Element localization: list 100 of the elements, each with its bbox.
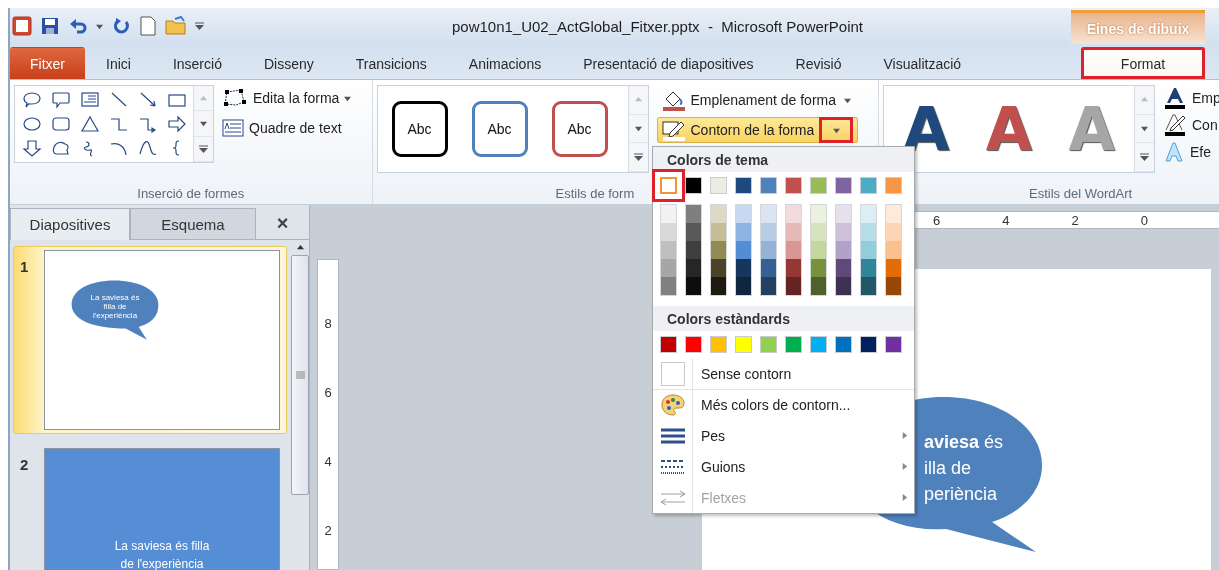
color-swatch[interactable] xyxy=(810,336,827,353)
color-swatch[interactable] xyxy=(685,177,702,194)
ribbon-tab[interactable]: Inici xyxy=(85,47,152,79)
color-swatch[interactable] xyxy=(860,177,877,194)
color-swatch[interactable] xyxy=(861,277,876,295)
ribbon-tab[interactable]: Visualització xyxy=(862,47,983,79)
color-swatch[interactable] xyxy=(710,336,727,353)
pane-tab[interactable]: Diapositives xyxy=(10,208,130,240)
color-swatch[interactable] xyxy=(660,336,677,353)
ribbon-button[interactable]: Emplenament de forma xyxy=(656,87,859,113)
color-swatch[interactable] xyxy=(686,277,701,295)
color-swatch[interactable] xyxy=(886,205,901,223)
rectangle-icon[interactable] xyxy=(166,91,187,109)
curve-icon[interactable] xyxy=(137,139,158,157)
triangle-icon[interactable] xyxy=(79,115,100,133)
shape-style-preset[interactable]: Abc xyxy=(551,101,608,157)
color-swatch[interactable] xyxy=(686,205,701,223)
ribbon-command[interactable]: Edita la forma xyxy=(222,87,352,109)
color-swatch[interactable] xyxy=(661,259,676,277)
color-swatch[interactable] xyxy=(836,205,851,223)
menu-item[interactable]: Sense contorn xyxy=(653,358,914,389)
color-swatch[interactable] xyxy=(885,336,902,353)
color-swatch[interactable] xyxy=(711,259,726,277)
ribbon-tab[interactable]: Presentació de diapositives xyxy=(562,47,775,79)
color-swatch[interactable] xyxy=(761,241,776,259)
color-swatch[interactable] xyxy=(836,241,851,259)
color-swatch[interactable] xyxy=(811,277,826,295)
color-swatch[interactable] xyxy=(836,223,851,241)
color-swatch[interactable] xyxy=(861,241,876,259)
oval-callout-icon[interactable] xyxy=(21,91,42,109)
rounded-rectangle-icon[interactable] xyxy=(50,115,71,133)
freeform-shape-icon[interactable] xyxy=(50,139,71,157)
text-box-icon[interactable] xyxy=(79,91,100,109)
color-swatch[interactable] xyxy=(861,205,876,223)
ribbon-tab[interactable]: Disseny xyxy=(242,47,335,79)
ribbon-tab[interactable]: Format xyxy=(1081,47,1205,79)
menu-item[interactable]: Pes xyxy=(653,420,914,451)
color-swatch[interactable] xyxy=(686,241,701,259)
ellipse-icon[interactable] xyxy=(21,115,42,133)
menu-item[interactable]: Més colors de contorn... xyxy=(653,389,914,420)
right-arrow-icon[interactable] xyxy=(166,115,187,133)
color-swatch[interactable] xyxy=(886,277,901,295)
color-swatch[interactable] xyxy=(836,259,851,277)
menu-item[interactable]: Guions xyxy=(653,451,914,482)
color-swatch[interactable] xyxy=(861,223,876,241)
color-swatch[interactable] xyxy=(711,223,726,241)
color-swatch[interactable] xyxy=(786,241,801,259)
color-swatch[interactable] xyxy=(885,177,902,194)
color-swatch[interactable] xyxy=(661,205,676,223)
color-swatch[interactable] xyxy=(711,241,726,259)
color-swatch[interactable] xyxy=(860,336,877,353)
color-swatch[interactable] xyxy=(760,177,777,194)
color-swatch[interactable] xyxy=(786,259,801,277)
color-swatch[interactable] xyxy=(886,241,901,259)
color-swatch[interactable] xyxy=(811,223,826,241)
color-swatch[interactable] xyxy=(736,223,751,241)
color-swatch[interactable] xyxy=(811,205,826,223)
color-swatch[interactable] xyxy=(736,259,751,277)
color-swatch[interactable] xyxy=(736,205,751,223)
color-swatch[interactable] xyxy=(661,277,676,295)
color-swatch[interactable] xyxy=(836,277,851,295)
color-swatch[interactable] xyxy=(760,336,777,353)
ribbon-tab[interactable]: Animacions xyxy=(447,47,563,79)
elbow-arrow-icon[interactable] xyxy=(137,115,158,133)
ribbon-command[interactable]: Efe xyxy=(1163,141,1219,163)
close-button[interactable]: × xyxy=(256,208,309,240)
scrollbar-thumb[interactable] xyxy=(291,255,309,495)
slide-thumbnail-row[interactable]: 2 La saviesa és filla de l'experiència xyxy=(13,444,287,570)
color-swatch[interactable] xyxy=(810,177,827,194)
color-swatch[interactable] xyxy=(835,177,852,194)
ribbon-tab[interactable]: Transicions xyxy=(334,47,448,79)
elbow-connector-icon[interactable] xyxy=(108,115,129,133)
color-swatch[interactable] xyxy=(711,205,726,223)
wordart-preset[interactable]: A xyxy=(970,94,1048,164)
shape-style-preset[interactable]: Abc xyxy=(471,101,528,157)
color-swatch[interactable] xyxy=(686,223,701,241)
ribbon-command[interactable]: Quadre de text xyxy=(222,117,352,139)
ribbon-tab[interactable]: Inserció xyxy=(151,47,243,79)
color-swatch[interactable] xyxy=(786,205,801,223)
color-swatch[interactable] xyxy=(686,259,701,277)
color-swatch[interactable] xyxy=(811,259,826,277)
ribbon-command[interactable]: Con xyxy=(1163,114,1219,136)
color-swatch[interactable] xyxy=(761,259,776,277)
pane-tab[interactable]: Esquema xyxy=(130,208,256,240)
color-swatch[interactable] xyxy=(761,205,776,223)
color-swatch[interactable] xyxy=(761,277,776,295)
color-swatch[interactable] xyxy=(735,336,752,353)
color-swatch[interactable] xyxy=(710,177,727,194)
dropdown-caret[interactable] xyxy=(819,117,854,143)
color-swatch[interactable] xyxy=(735,177,752,194)
color-swatch[interactable] xyxy=(886,259,901,277)
color-swatch[interactable] xyxy=(786,223,801,241)
color-swatch[interactable] xyxy=(861,259,876,277)
slide-thumbnail-row[interactable]: 1 La saviesa és filla de l'experiència xyxy=(13,246,287,434)
color-swatch[interactable] xyxy=(711,277,726,295)
down-arrow-icon[interactable] xyxy=(21,139,42,157)
color-swatch[interactable] xyxy=(761,223,776,241)
ribbon-tab[interactable]: Fitxer xyxy=(10,47,85,79)
color-swatch[interactable] xyxy=(785,336,802,353)
color-swatch[interactable] xyxy=(661,223,676,241)
